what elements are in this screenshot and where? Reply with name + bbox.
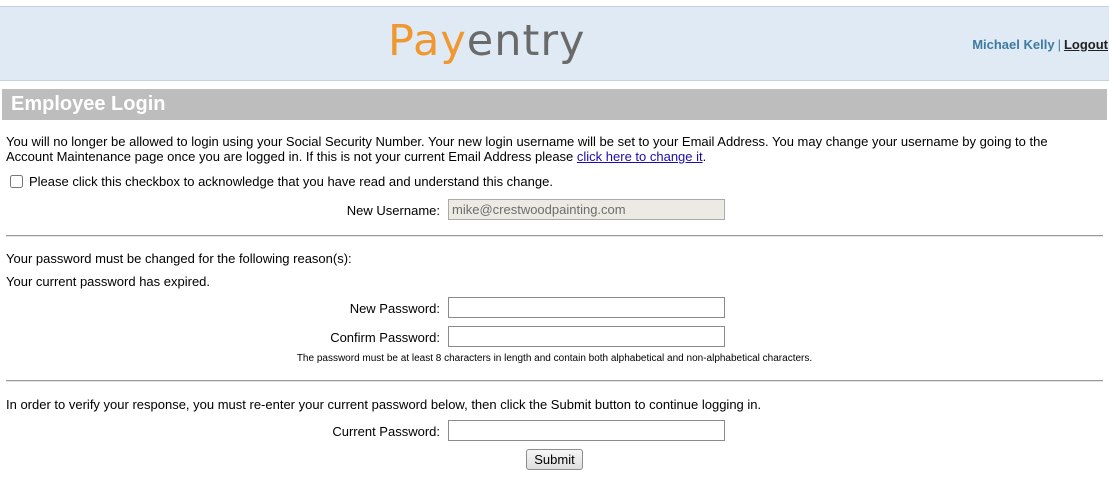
notice-text: You will no longer be allowed to login u… [6, 134, 1048, 164]
new-password-label: New Password: [349, 301, 440, 316]
current-password-label: Current Password: [332, 424, 440, 439]
new-password-row: New Password: [0, 297, 1109, 319]
confirm-password-row: Confirm Password: [0, 326, 1109, 348]
verify-instructions: In order to verify your response, you mu… [6, 397, 762, 412]
new-username-row: New Username: [0, 199, 1109, 221]
password-reason-intro: Your password must be changed for the fo… [6, 251, 352, 266]
notice-text-end: . [702, 149, 707, 164]
page-title-bar: Employee Login [2, 89, 1107, 120]
section-divider [6, 380, 1103, 382]
new-username-label: New Username: [346, 203, 440, 218]
new-password-field[interactable] [448, 297, 725, 318]
user-box: Michael Kelly | Logout [972, 37, 1108, 52]
user-separator: | [1057, 37, 1061, 52]
page-title: Employee Login [11, 93, 166, 115]
confirm-password-label: Confirm Password: [330, 330, 440, 345]
current-password-row: Current Password: [0, 420, 1109, 442]
change-email-link[interactable]: click here to change it [577, 149, 703, 164]
password-reason: Your current password has expired. [6, 274, 211, 289]
payentry-logo: Payentry [388, 15, 586, 67]
logo-entry-text: entry [466, 16, 586, 66]
logo-pay-text: Pay [388, 16, 467, 66]
acknowledge-row: Please click this checkbox to acknowledg… [8, 174, 553, 189]
acknowledge-checkbox[interactable] [10, 175, 23, 188]
username-change-notice: You will no longer be allowed to login u… [6, 134, 1096, 164]
user-name: Michael Kelly [972, 37, 1055, 52]
logout-link[interactable]: Logout [1064, 37, 1108, 52]
acknowledge-label: Please click this checkbox to acknowledg… [29, 174, 553, 189]
current-password-field[interactable] [448, 420, 725, 441]
section-divider [6, 235, 1103, 237]
header-bar: Payentry Michael Kelly | Logout [0, 6, 1109, 81]
confirm-password-field[interactable] [448, 326, 725, 347]
new-username-field [448, 199, 725, 220]
password-requirements: The password must be at least 8 characte… [296, 353, 813, 364]
submit-button[interactable]: Submit [526, 449, 583, 470]
